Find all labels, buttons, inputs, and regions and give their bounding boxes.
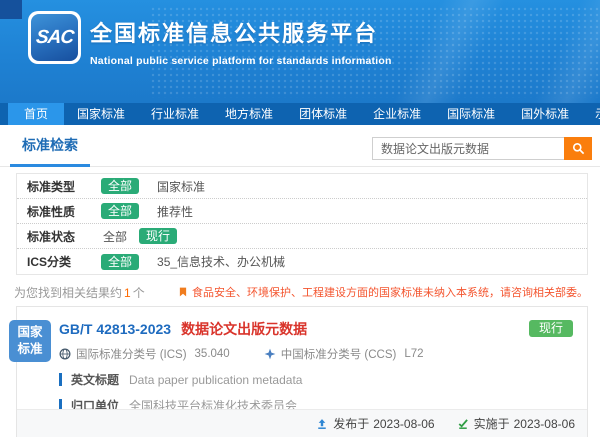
result-card: 国家 标准 现行 GB/T 42813-2023 数据论文出版元数据 国际标准分… xyxy=(16,306,588,437)
nav-item-foreign-standards[interactable]: 国外标准 xyxy=(508,103,582,125)
filter-panel: 标准类型 全部 国家标准 标准性质 全部 推荐性 标准状态 全部 现行 ICS分… xyxy=(16,173,588,275)
publish-date-value: 2023-08-06 xyxy=(373,417,434,431)
filter-all-selected[interactable]: 全部 xyxy=(101,203,139,219)
nav-item-local-standards[interactable]: 地方标准 xyxy=(212,103,286,125)
nav-item-home[interactable]: 首页 xyxy=(8,103,64,125)
search-icon xyxy=(572,142,585,155)
search-section: 标准检索 xyxy=(0,125,600,167)
result-count-number: 1 xyxy=(122,286,133,300)
field-label: 英文标题 xyxy=(71,371,119,388)
filter-row-standard-status: 标准状态 全部 现行 xyxy=(17,224,587,249)
nav-item-demo-zone-standards[interactable]: 示范区标准 xyxy=(582,103,600,125)
field-english-title: 英文标题 Data paper publication metadata xyxy=(59,372,573,387)
header-light-streak xyxy=(460,0,600,103)
filter-all-selected[interactable]: 全部 xyxy=(101,254,139,270)
site-subtitle: National public service platform for sta… xyxy=(90,55,392,67)
card-meta-row: 国际标准分类号 (ICS) 35.040 中国标准分类号 (CCS) L72 xyxy=(59,347,573,361)
ics-classification: 国际标准分类号 (ICS) 35.040 xyxy=(59,346,230,362)
filter-all-selected[interactable]: 全部 xyxy=(101,178,139,194)
field-value: Data paper publication metadata xyxy=(129,373,302,387)
system-notice-text: 食品安全、环境保护、工程建设方面的国家标准未纳入本系统，请咨询相关部委。 xyxy=(192,284,588,300)
ccs-value: L72 xyxy=(404,348,423,360)
filter-label: 标准性质 xyxy=(27,203,89,220)
result-count-suffix: 个 xyxy=(133,286,145,300)
card-title-row: GB/T 42813-2023 数据论文出版元数据 xyxy=(59,320,573,338)
sac-logo[interactable]: SAC xyxy=(28,11,81,64)
result-count: 为您找到相关结果约1个 xyxy=(14,284,145,301)
nav-item-enterprise-standards[interactable]: 企业标准 xyxy=(360,103,434,125)
filter-row-ics-category: ICS分类 全部 35_信息技术、办公机械 xyxy=(17,249,587,274)
implement-date: 实施于 2023-08-06 xyxy=(457,415,575,432)
filter-option[interactable]: 国家标准 xyxy=(157,178,205,195)
filter-option[interactable]: 35_信息技术、办公机械 xyxy=(157,253,285,270)
filter-label: 标准状态 xyxy=(27,228,89,245)
publish-upload-icon xyxy=(316,418,328,430)
ics-value: 35.040 xyxy=(195,348,230,360)
card-footer: 发布于 2023-08-06 实施于 2023-08-06 xyxy=(17,409,587,437)
system-notice: 食品安全、环境保护、工程建设方面的国家标准未纳入本系统，请咨询相关部委。 xyxy=(178,284,588,300)
filter-option-all[interactable]: 全部 xyxy=(103,228,127,245)
nav-item-national-standards[interactable]: 国家标准 xyxy=(64,103,138,125)
main-nav: 首页 国家标准 行业标准 地方标准 团体标准 企业标准 国际标准 国外标准 示范… xyxy=(0,103,600,125)
filter-status-selected[interactable]: 现行 xyxy=(139,228,177,244)
card-body: GB/T 42813-2023 数据论文出版元数据 国际标准分类号 (ICS) … xyxy=(17,307,587,413)
search-group xyxy=(372,137,592,160)
ccs-label: 中国标准分类号 (CCS) xyxy=(281,346,397,362)
ccs-classification: 中国标准分类号 (CCS) L72 xyxy=(264,346,424,362)
result-meta-row: 为您找到相关结果约1个 食品安全、环境保护、工程建设方面的国家标准未纳入本系统，… xyxy=(14,283,588,301)
nav-item-industry-standards[interactable]: 行业标准 xyxy=(138,103,212,125)
status-badge: 现行 xyxy=(529,320,573,337)
implement-label: 实施于 xyxy=(474,415,510,432)
standard-code-link[interactable]: GB/T 42813-2023 xyxy=(59,321,171,337)
search-input[interactable] xyxy=(372,137,564,160)
tab-standard-search-label: 标准检索 xyxy=(22,137,78,153)
filter-label: 标准类型 xyxy=(27,178,89,195)
standard-title-link[interactable]: 数据论文出版元数据 xyxy=(181,319,307,339)
filter-row-standard-type: 标准类型 全部 国家标准 xyxy=(17,174,587,199)
filter-row-standard-nature: 标准性质 全部 推荐性 xyxy=(17,199,587,224)
nav-item-group-standards[interactable]: 团体标准 xyxy=(286,103,360,125)
tab-standard-search[interactable]: 标准检索 xyxy=(10,135,90,167)
globe-icon xyxy=(59,348,71,360)
site-header: SAC 全国标准信息公共服务平台 National public service… xyxy=(0,0,600,103)
sac-logo-text: SAC xyxy=(35,27,74,49)
nav-item-international-standards[interactable]: 国际标准 xyxy=(434,103,508,125)
field-accent-bar xyxy=(59,373,62,386)
filter-label: ICS分类 xyxy=(27,253,89,270)
result-count-prefix: 为您找到相关结果约 xyxy=(14,286,122,300)
bookmark-icon xyxy=(178,286,188,298)
standard-type-badge-line2: 标准 xyxy=(17,341,42,358)
site-title: 全国标准信息公共服务平台 xyxy=(90,16,392,48)
standard-type-badge: 国家 标准 xyxy=(9,320,51,362)
compass-star-icon xyxy=(264,348,276,360)
page: SAC 全国标准信息公共服务平台 National public service… xyxy=(0,0,600,437)
sac-logo-background: SAC xyxy=(31,14,78,61)
ics-label: 国际标准分类号 (ICS) xyxy=(76,346,187,362)
publish-label: 发布于 xyxy=(333,415,369,432)
filter-option[interactable]: 推荐性 xyxy=(157,203,193,220)
masthead-text: 全国标准信息公共服务平台 National public service pla… xyxy=(90,16,392,67)
implement-check-icon xyxy=(457,418,469,430)
implement-date-value: 2023-08-06 xyxy=(514,417,575,431)
header-corner-decoration xyxy=(0,0,22,19)
search-button[interactable] xyxy=(564,137,592,160)
standard-type-badge-line1: 国家 xyxy=(17,324,42,341)
publish-date: 发布于 2023-08-06 xyxy=(316,415,434,432)
